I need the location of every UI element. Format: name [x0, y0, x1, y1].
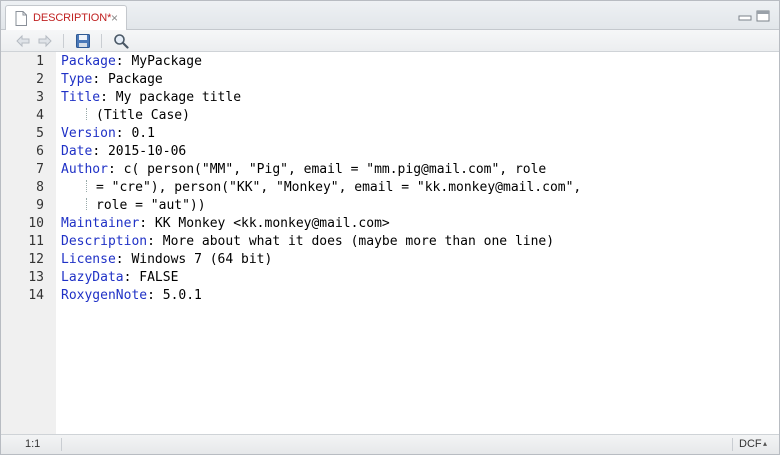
- indent-guide: [61, 198, 87, 210]
- code-line: Author: c( person("MM", "Pig", email = "…: [61, 162, 546, 177]
- field-value: : KK Monkey <kk.monkey@mail.com>: [139, 216, 390, 231]
- field-key: Date: [61, 144, 93, 159]
- forward-arrow-icon[interactable]: [37, 33, 53, 49]
- field-value: : MyPackage: [115, 54, 202, 69]
- toolbar-separator: [101, 34, 102, 48]
- status-separator: [732, 438, 733, 451]
- line-number: 3: [36, 90, 44, 105]
- code-line: Title: My package title: [61, 90, 241, 105]
- line-number: 10: [28, 216, 44, 231]
- field-value: : c( person("MM", "Pig", email = "mm.pig…: [107, 162, 547, 177]
- line-number: 4: [36, 108, 44, 123]
- code-line: role = "aut")): [61, 198, 206, 213]
- editor-window: DESCRIPTION* × 1 Package: MyPackage 2 Ty…: [0, 0, 780, 455]
- field-value: : Windows 7 (64 bit): [115, 252, 273, 267]
- line-number: 13: [28, 270, 44, 285]
- field-key: Type: [61, 72, 93, 87]
- code-line: Description: More about what it does (ma…: [61, 234, 554, 249]
- code-line: Maintainer: KK Monkey <kk.monkey@mail.co…: [61, 216, 390, 231]
- line-number: 5: [36, 126, 44, 141]
- indent-guide: [61, 180, 87, 192]
- status-bar: 1:1 DCF ▴: [1, 434, 779, 454]
- field-value: role = "aut")): [96, 198, 206, 213]
- field-key: Package: [61, 54, 116, 69]
- tab-strip: DESCRIPTION* ×: [1, 1, 779, 31]
- field-key: License: [61, 252, 116, 267]
- field-key: Description: [61, 234, 148, 249]
- cursor-position: 1:1: [25, 438, 41, 450]
- field-value: : FALSE: [123, 270, 179, 285]
- indent-guide: [61, 108, 87, 120]
- field-key: Title: [61, 90, 101, 105]
- line-number: 12: [28, 252, 44, 267]
- maximize-icon[interactable]: [756, 10, 770, 22]
- code-editor[interactable]: 1 Package: MyPackage 2 Type: Package 3 Title:…: [1, 52, 779, 434]
- line-number: 9: [36, 198, 44, 213]
- back-arrow-icon[interactable]: [15, 33, 31, 49]
- field-key: Author: [61, 162, 108, 177]
- field-value: : Package: [92, 72, 163, 87]
- code-line: (Title Case): [61, 108, 190, 123]
- code-line: RoxygenNote: 5.0.1: [61, 288, 202, 303]
- field-key: Version: [61, 126, 116, 141]
- field-value: (Title Case): [96, 108, 190, 123]
- code-line: Type: Package: [61, 72, 163, 87]
- field-value: : 0.1: [115, 126, 155, 141]
- field-value: : 2015-10-06: [92, 144, 187, 159]
- field-value: : More about what it does (maybe more th…: [147, 234, 555, 249]
- line-number: 11: [28, 234, 44, 249]
- save-icon[interactable]: [75, 33, 91, 49]
- code-line: License: Windows 7 (64 bit): [61, 252, 272, 267]
- line-number: 14: [28, 288, 44, 303]
- code-line: LazyData: FALSE: [61, 270, 178, 285]
- close-icon[interactable]: ×: [111, 11, 118, 25]
- tab-label: DESCRIPTION*: [33, 12, 112, 24]
- field-key: LazyData: [61, 270, 124, 285]
- tab-description[interactable]: DESCRIPTION* ×: [5, 5, 127, 31]
- line-number: 1: [36, 54, 44, 69]
- line-number: 8: [36, 180, 44, 195]
- line-number: 2: [36, 72, 44, 87]
- file-type-selector[interactable]: DCF: [739, 438, 762, 450]
- code-line: Package: MyPackage: [61, 54, 202, 69]
- field-value: : 5.0.1: [147, 288, 202, 303]
- code-line: = "cre"), person("KK", "Monkey", email =…: [61, 180, 581, 195]
- field-key: RoxygenNote: [61, 288, 148, 303]
- line-number: 7: [36, 162, 44, 177]
- status-separator: [61, 438, 62, 451]
- toolbar-separator: [63, 34, 64, 48]
- document-icon: [15, 11, 27, 26]
- code-line: Date: 2015-10-06: [61, 144, 186, 159]
- search-icon[interactable]: [113, 33, 129, 49]
- toolbar: [1, 30, 779, 52]
- updown-arrow-icon[interactable]: ▴: [763, 439, 767, 448]
- field-key: Maintainer: [61, 216, 140, 231]
- field-value: : My package title: [100, 90, 242, 105]
- code-line: Version: 0.1: [61, 126, 155, 141]
- line-number: 6: [36, 144, 44, 159]
- field-value: = "cre"), person("KK", "Monkey", email =…: [96, 180, 582, 195]
- minimize-icon[interactable]: [738, 10, 752, 22]
